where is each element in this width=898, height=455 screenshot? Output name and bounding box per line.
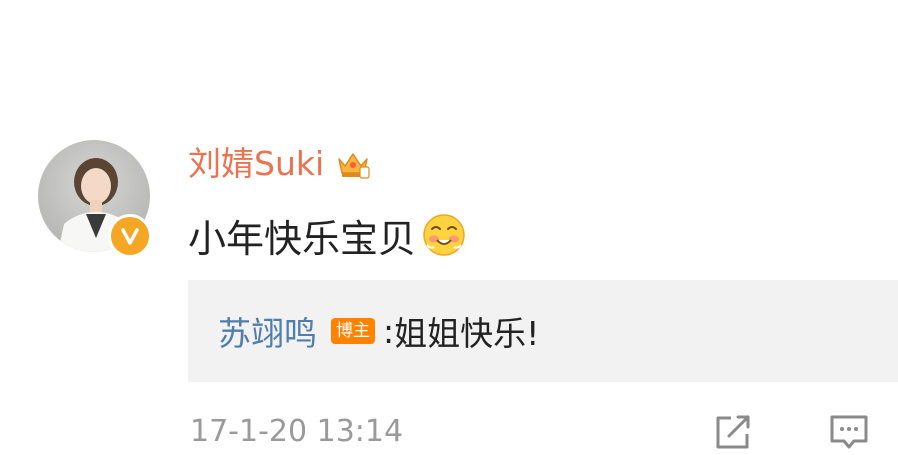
verified-v-icon [108,214,152,258]
share-icon[interactable] [713,412,755,452]
timestamp: 17-1-20 13:14 [190,414,404,449]
comment-icon[interactable] [828,412,870,452]
crown-icon [338,153,370,179]
comment-item: 刘婧Suki 小年快乐宝贝 苏翊鸣 博主 : 姐姐快乐! 17-1-20 13:… [0,0,898,455]
comment-text-content: 小年快乐宝贝 [188,216,417,261]
blogger-badge: 博主 [331,318,375,344]
reply-text: 姐姐快乐! [394,314,540,353]
username[interactable]: 刘婧Suki [188,142,324,186]
comment-text: 小年快乐宝贝 [188,208,466,262]
reply-separator: : [383,311,395,351]
blush-emoji-icon [423,214,465,256]
reply-username[interactable]: 苏翊鸣 [218,307,317,355]
reply-box[interactable]: 苏翊鸣 博主 : 姐姐快乐! [188,280,898,382]
username-row: 刘婧Suki [188,142,370,186]
